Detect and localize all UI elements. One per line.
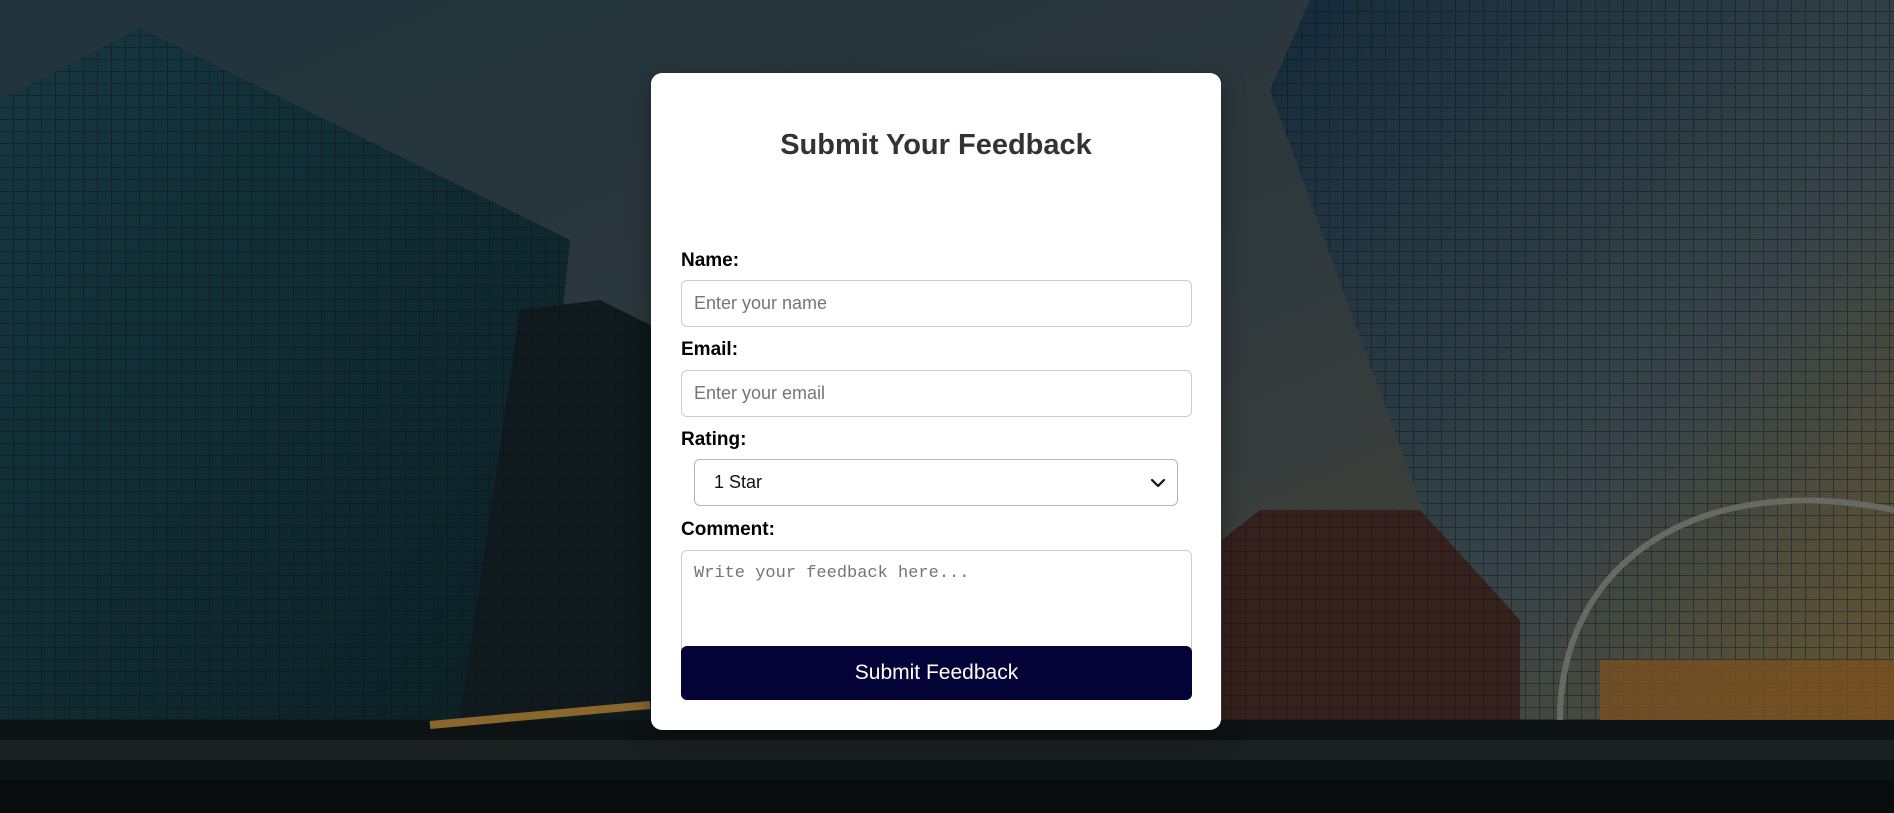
comment-placeholder: Write your feedback here... <box>694 564 970 583</box>
feedback-form-card: Submit Your Feedback Name: Enter your na… <box>651 73 1221 730</box>
rating-label: Rating: <box>681 429 747 450</box>
email-placeholder: Enter your email <box>694 383 826 403</box>
chevron-down-icon <box>1150 478 1166 487</box>
name-input[interactable]: Enter your name <box>681 280 1192 327</box>
rating-selected-value: 1 Star <box>714 472 763 492</box>
submit-feedback-button[interactable]: Submit Feedback <box>681 646 1192 700</box>
comment-label: Comment: <box>681 519 775 540</box>
name-label: Name: <box>681 250 740 271</box>
email-label: Email: <box>681 339 739 360</box>
rating-select[interactable]: 1 Star <box>694 459 1178 506</box>
email-input[interactable]: Enter your email <box>681 370 1192 417</box>
form-title: Submit Your Feedback <box>780 129 1092 161</box>
name-placeholder: Enter your name <box>694 293 828 313</box>
